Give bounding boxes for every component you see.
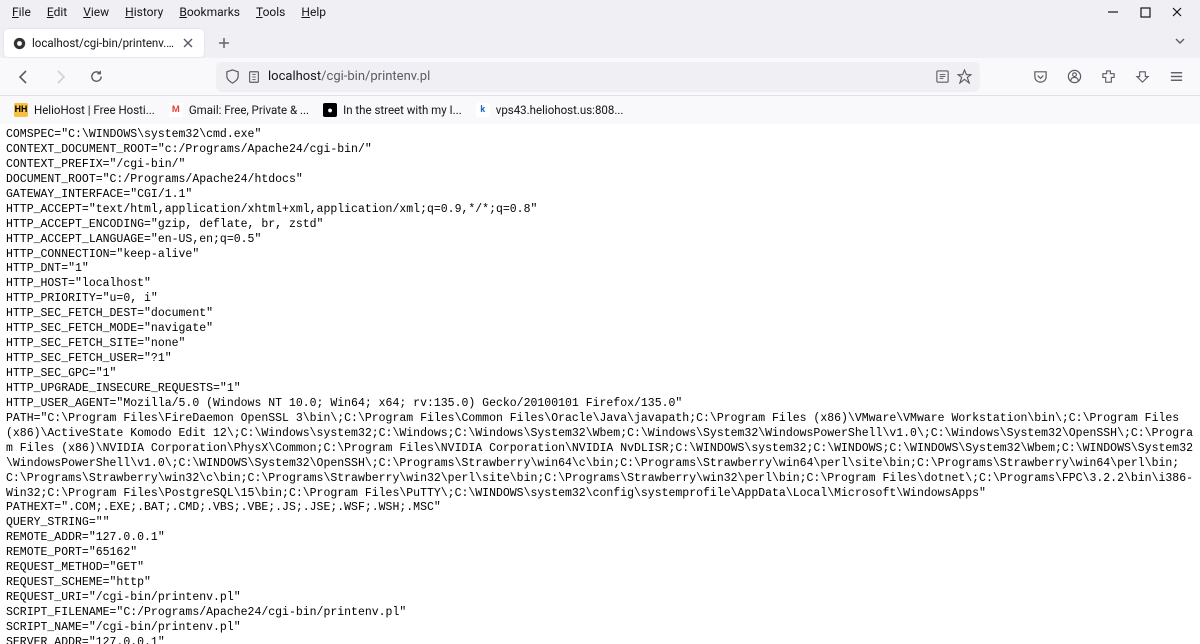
new-tab-button[interactable]: [210, 29, 238, 57]
bookmark-item[interactable]: ● In the street with my I...: [317, 99, 468, 121]
bookmark-label: HelioHost | Free Hosti...: [34, 103, 155, 117]
extensions-icon[interactable]: [1092, 61, 1124, 93]
menu-file[interactable]: File: [4, 2, 39, 22]
app-menu-button[interactable]: [1160, 61, 1192, 93]
tab-favicon-icon: [12, 36, 26, 50]
bookmark-label: In the street with my I...: [343, 103, 462, 117]
reader-mode-icon[interactable]: [934, 69, 950, 85]
bookmark-label: Gmail: Free, Private & ...: [189, 103, 309, 117]
bookmarks-toolbar: HH HelioHost | Free Hosti... M Gmail: Free,…: [0, 96, 1200, 124]
url-domain: localhost: [268, 69, 321, 84]
bookmark-item[interactable]: HH HelioHost | Free Hosti...: [8, 99, 161, 121]
bookmark-favicon-icon: ●: [323, 103, 337, 117]
bookmark-item[interactable]: k vps43.heliohost.us:808...: [470, 99, 630, 121]
tab-title: localhost/cgi-bin/printenv.pl: [32, 36, 174, 50]
menu-edit[interactable]: Edit: [39, 2, 75, 22]
menubar: FileEditViewHistoryBookmarksToolsHelp: [0, 0, 1200, 24]
close-button[interactable]: [1170, 5, 1184, 19]
forward-button[interactable]: [44, 61, 76, 93]
account-icon[interactable]: [1058, 61, 1090, 93]
url-path: /cgi-bin/printenv.pl: [321, 69, 430, 84]
menu-bookmarks[interactable]: Bookmarks: [171, 2, 248, 22]
maximize-button[interactable]: [1138, 5, 1152, 19]
reload-button[interactable]: [80, 61, 112, 93]
navigation-toolbar: localhost/cgi-bin/printenv.pl: [0, 58, 1200, 96]
minimize-button[interactable]: [1106, 5, 1120, 19]
bookmark-favicon-icon: k: [476, 103, 490, 117]
bookmark-favicon-icon: M: [169, 103, 183, 117]
page-info-icon[interactable]: [246, 69, 262, 85]
bookmark-label: vps43.heliohost.us:808...: [496, 103, 624, 117]
downloads-icon[interactable]: [1126, 61, 1158, 93]
bookmark-item[interactable]: M Gmail: Free, Private & ...: [163, 99, 315, 121]
menu-history[interactable]: History: [117, 2, 171, 22]
menu-tools[interactable]: Tools: [248, 2, 293, 22]
browser-tab[interactable]: localhost/cgi-bin/printenv.pl: [4, 29, 204, 57]
tab-close-button[interactable]: [180, 35, 196, 51]
pocket-icon[interactable]: [1024, 61, 1056, 93]
page-content[interactable]: COMSPEC="C:\WINDOWS\system32\cmd.exe" CO…: [0, 124, 1200, 644]
menu-view[interactable]: View: [75, 2, 117, 22]
tab-bar: localhost/cgi-bin/printenv.pl: [0, 24, 1200, 58]
tabs-dropdown-button[interactable]: [1170, 31, 1190, 51]
bookmark-star-icon[interactable]: [956, 69, 972, 85]
back-button[interactable]: [8, 61, 40, 93]
window-controls: [1106, 5, 1196, 19]
shield-icon[interactable]: [224, 69, 240, 85]
bookmark-favicon-icon: HH: [14, 103, 28, 117]
menu-help[interactable]: Help: [293, 2, 334, 22]
url-bar[interactable]: localhost/cgi-bin/printenv.pl: [216, 62, 980, 92]
toolbar-right: [1024, 61, 1192, 93]
url-text[interactable]: localhost/cgi-bin/printenv.pl: [268, 69, 928, 84]
